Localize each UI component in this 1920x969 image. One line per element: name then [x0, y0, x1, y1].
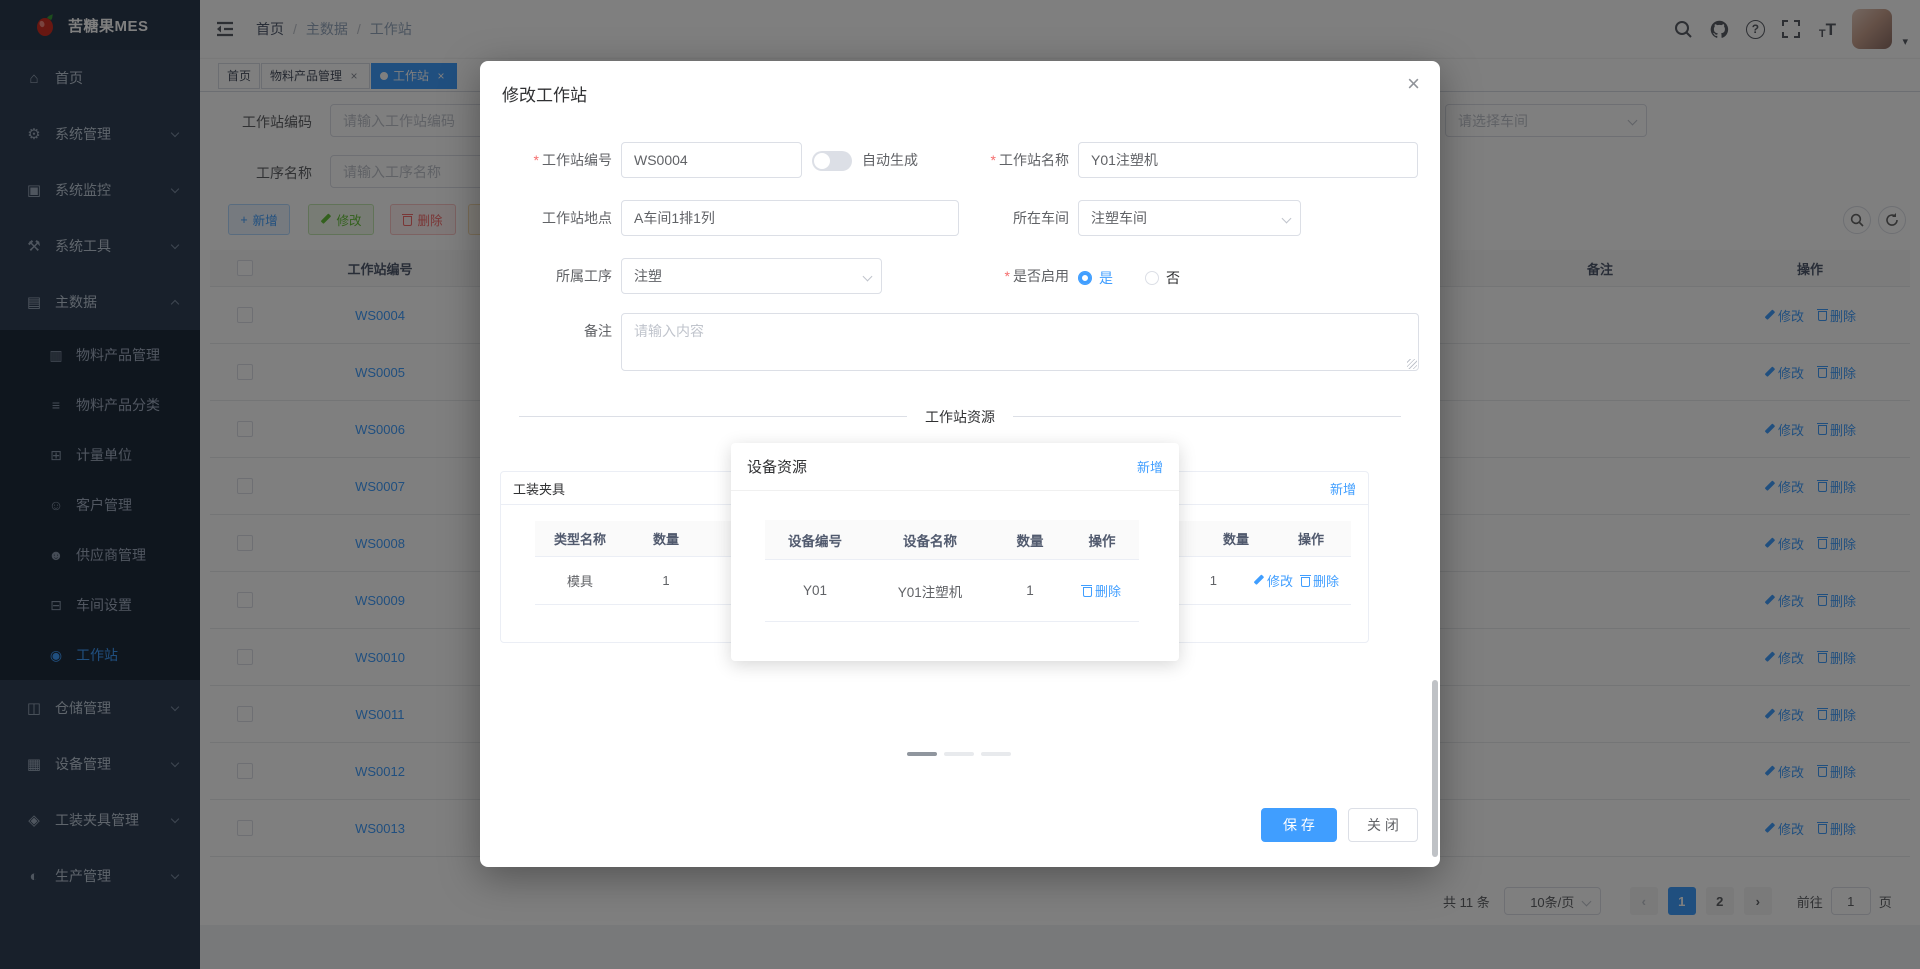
edit-workstation-dialog: 修改工作站 × *工作站编号 自动生成 *工作站名称 工作站地点 所在车间 注塑…: [480, 61, 1440, 867]
section-divider: 工作站资源: [519, 407, 1401, 427]
carousel-indicator-3[interactable]: [981, 752, 1011, 756]
remark-field-textarea[interactable]: [621, 313, 1419, 371]
app-root: 苦糖果MES ⌂ 首页 ⚙ 系统管理 ▣ 系统监控 ⚒ 系统工具 ▤ 主数据: [0, 0, 1920, 969]
fixture-row-type: 模具: [566, 574, 593, 589]
remark-field-label: 备注: [584, 323, 612, 339]
section-title: 工作站资源: [907, 407, 1013, 427]
equipment-resource-popup: 设备资源 新增 设备编号 设备名称 数量 操作 Y01 Y01注塑机 1 删除: [731, 443, 1179, 661]
code-field-label: * 工作站编号: [533, 152, 612, 168]
radio-dot-icon: [1078, 271, 1092, 285]
equipment-col-actions: 操作: [1088, 533, 1116, 549]
pencil-icon: [1253, 575, 1264, 586]
enabled-yes-radio[interactable]: 是: [1078, 268, 1113, 288]
location-field-label: 工作站地点: [542, 210, 612, 226]
right-col-actions: 操作: [1297, 532, 1324, 547]
fixture-card-title: 工装夹具: [513, 481, 566, 497]
trash-icon: [1299, 574, 1311, 587]
equipment-add-link[interactable]: 新增: [1137, 457, 1163, 476]
chevron-down-icon: [1281, 213, 1292, 224]
code-field-input[interactable]: [621, 142, 802, 178]
equipment-row-qty: 1: [1026, 583, 1034, 598]
equipment-row-name: Y01注塑机: [897, 584, 963, 600]
fixture-col-type: 类型名称: [553, 532, 606, 547]
equipment-col-code: 设备编号: [788, 533, 842, 549]
workshop-field-select[interactable]: 注塑车间: [1078, 200, 1301, 236]
equipment-row-delete-link[interactable]: 删除: [1081, 581, 1121, 600]
dialog-title: 修改工作站: [502, 86, 587, 105]
name-field-label: * 工作站名称: [990, 152, 1069, 168]
save-button[interactable]: 保 存: [1261, 808, 1337, 842]
fixture-col-qty: 数量: [652, 532, 679, 547]
enabled-field-label: * 是否启用: [1004, 268, 1069, 284]
right-row-edit-link[interactable]: 修改: [1253, 571, 1293, 590]
right-card-add-link[interactable]: 新增: [1330, 479, 1356, 498]
process-field-select[interactable]: 注塑: [621, 258, 882, 294]
radio-dot-icon: [1145, 271, 1159, 285]
close-icon[interactable]: ×: [1407, 73, 1420, 95]
workshop-field-label: 所在车间: [1013, 210, 1069, 226]
name-field-input[interactable]: [1078, 142, 1418, 178]
enabled-no-radio[interactable]: 否: [1145, 268, 1180, 288]
trash-icon: [1081, 584, 1093, 597]
carousel-indicator-1[interactable]: [907, 752, 937, 756]
dialog-scrollbar-thumb[interactable]: [1432, 680, 1438, 857]
equipment-col-name: 设备名称: [903, 533, 957, 549]
process-field-label: 所属工序: [556, 268, 612, 284]
right-row-delete-link[interactable]: 删除: [1299, 571, 1339, 590]
dialog-close-button[interactable]: 关 闭: [1348, 808, 1418, 842]
equipment-col-qty: 数量: [1016, 533, 1044, 549]
equipment-row-code: Y01: [802, 583, 828, 598]
auto-generate-toggle[interactable]: [812, 151, 852, 171]
equipment-popup-title: 设备资源: [747, 459, 808, 476]
carousel-indicator-2[interactable]: [944, 752, 974, 756]
textarea-resize-handle[interactable]: [1407, 359, 1417, 369]
fixture-row-qty: 1: [662, 573, 670, 588]
